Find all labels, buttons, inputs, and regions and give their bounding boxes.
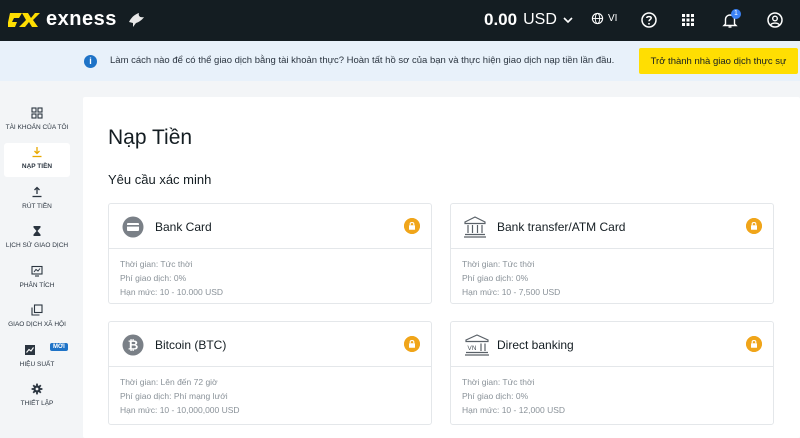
page-title: Nạp Tiền <box>108 126 193 149</box>
bank-icon <box>464 216 486 238</box>
sidebar-item-label: Rút tiền <box>22 203 52 210</box>
sidebar-item-withdraw[interactable]: Rút tiền <box>4 183 70 217</box>
new-badge: MỚI <box>50 343 68 351</box>
performance-icon <box>25 345 35 355</box>
gear-icon <box>31 383 43 395</box>
lock-icon <box>404 218 420 234</box>
brand-name: exness <box>46 8 117 30</box>
info-icon: i <box>84 55 97 68</box>
sidebar-item-label: Tài khoản của tôi <box>5 124 69 131</box>
sidebar-item-transaction-history[interactable]: Lịch sử giao dịch <box>4 222 70 256</box>
copy-icon <box>31 304 43 316</box>
sidebar-item-label: Giao dịch xã hội <box>8 321 66 328</box>
download-icon <box>32 147 42 158</box>
card-limit: Hạn mức: 10 - 10,000,000 USD <box>120 405 240 415</box>
lock-icon <box>746 336 762 352</box>
sidebar-item-label: Lịch sử giao dịch <box>5 242 69 249</box>
banner-text: Làm cách nào để có thể giao dịch bằng tà… <box>110 55 615 66</box>
help-icon[interactable] <box>640 11 658 29</box>
card-fee: Phí giao dịch: 0% <box>120 273 187 283</box>
payment-method-card-bank-card[interactable]: Bank Card Thời gian: Tức thời Phí giao d… <box>108 203 432 304</box>
card-limit: Hạn mức: 10 - 12,000 USD <box>462 405 566 415</box>
section-title: Yêu cầu xác minh <box>108 172 212 187</box>
sidebar-item-settings[interactable]: Thiết lập <box>4 380 70 414</box>
become-real-trader-button[interactable]: Trở thành nhà giao dịch thực sự <box>639 48 798 74</box>
card-time: Thời gian: Tức thời <box>120 259 193 269</box>
exness-logo-icon <box>8 12 40 27</box>
chart-icon <box>31 265 43 277</box>
balance-currency: USD <box>523 11 557 28</box>
card-fee: Phí giao dịch: Phí mạng lưới <box>120 391 228 401</box>
payment-method-card-bank-transfer[interactable]: Bank transfer/ATM Card Thời gian: Tức th… <box>450 203 774 304</box>
sidebar-item-label: Nạp tiền <box>21 163 53 170</box>
sidebar-item-deposit[interactable]: Nạp tiền <box>4 143 70 177</box>
exness-logo[interactable]: exness <box>8 8 147 31</box>
balance-dropdown[interactable]: 0.00 USD <box>484 10 573 30</box>
bitcoin-icon: ₿ <box>122 334 144 356</box>
card-fee: Phí giao dịch: 0% <box>462 273 529 283</box>
notification-badge: 1 <box>731 9 741 19</box>
upload-icon <box>32 186 42 198</box>
bank-vn-icon: VN <box>465 334 489 356</box>
payment-method-card-direct-banking[interactable]: VN Direct banking Thời gian: Tức thời Ph… <box>450 321 774 425</box>
card-limit: Hạn mức: 10 - 10.000 USD <box>120 287 224 297</box>
sidebar-item-my-accounts[interactable]: Tài khoản của tôi <box>4 104 70 138</box>
card-title: Bank transfer/ATM Card <box>497 220 626 234</box>
svg-text:₿: ₿ <box>128 339 139 354</box>
sidebar-item-analytics[interactable]: Phân tích <box>4 262 70 296</box>
sidebar-item-label: Phân tích <box>19 282 55 289</box>
dove-icon <box>128 12 144 27</box>
sidebar-item-social-trading[interactable]: Giao dịch xã hội <box>4 301 70 335</box>
bank-vn-icon-label: VN <box>467 344 476 352</box>
card-time: Thời gian: Tức thời <box>462 377 535 387</box>
user-profile-icon[interactable] <box>766 11 784 29</box>
card-time: Thời gian: Tức thời <box>462 259 535 269</box>
lock-icon <box>404 336 420 352</box>
credit-card-icon <box>122 216 144 238</box>
sidebar-item-label: Thiết lập <box>20 400 54 407</box>
balance-value: 0.00 <box>484 10 518 29</box>
card-time: Thời gian: Lên đến 72 giờ <box>120 377 218 387</box>
lock-icon <box>746 218 762 234</box>
language-label: VI <box>608 13 618 24</box>
language-selector[interactable]: VI <box>591 12 617 25</box>
card-title: Bitcoin (BTC) <box>155 338 227 352</box>
chevron-down-icon <box>563 17 573 24</box>
payment-method-card-bitcoin[interactable]: ₿ Bitcoin (BTC) Thời gian: Lên đến 72 gi… <box>108 321 432 425</box>
top-bar: exness 0.00 USD VI 1 <box>0 0 800 41</box>
globe-icon <box>591 12 604 25</box>
card-fee: Phí giao dịch: 0% <box>462 391 529 401</box>
sidebar-item-performance[interactable]: MỚI Hiệu suất <box>4 341 70 375</box>
card-limit: Hạn mức: 10 - 7,500 USD <box>462 287 561 297</box>
apps-grid-icon[interactable] <box>679 11 697 29</box>
grid-icon <box>31 107 43 119</box>
sidebar-item-label: Hiệu suất <box>19 361 55 368</box>
card-title: Bank Card <box>155 220 212 234</box>
hourglass-icon <box>33 226 41 236</box>
card-title: Direct banking <box>497 338 574 352</box>
